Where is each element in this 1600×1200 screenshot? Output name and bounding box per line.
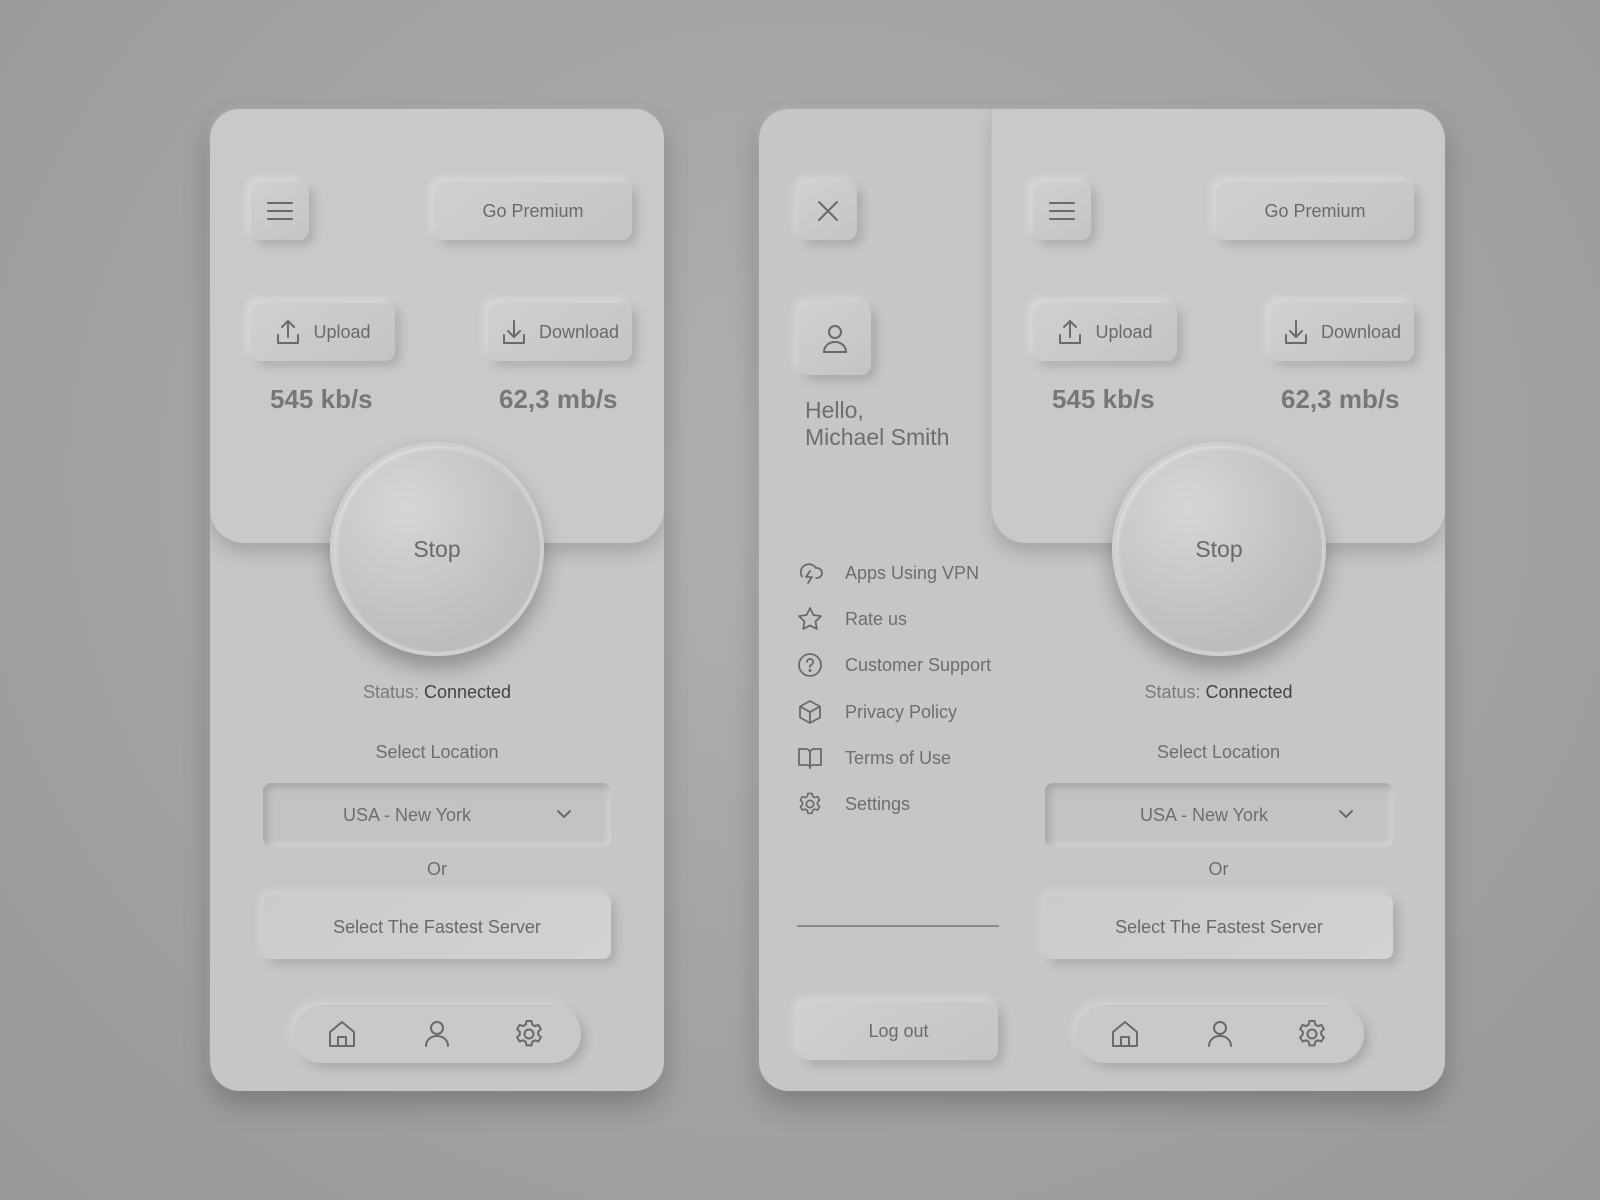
connection-status: Status: Connected [992,682,1445,703]
box-icon [799,700,821,724]
connection-status: Status: Connected [210,682,664,703]
menu-item-label: Terms of Use [845,747,952,768]
status-value: Connected [1205,682,1293,702]
gear-icon[interactable] [513,1018,545,1050]
upload-icon [1059,320,1082,344]
upload-label: Upload [1095,321,1153,342]
menu-item-settings[interactable]: Settings [797,789,910,819]
upload-label: Upload [313,321,371,342]
status-prefix: Status: [1144,682,1201,702]
fastest-server-label: Select The Fastest Server [1115,916,1323,937]
download-icon [1284,320,1307,344]
chevron-down-icon [1339,810,1353,818]
menu-item-terms-of-use[interactable]: Terms of Use [797,743,951,773]
phone-main-screen: Go Premium Upload Download 545 kb/s 62,3… [210,109,664,1091]
close-drawer-button[interactable] [799,182,857,240]
download-button[interactable]: Download [1270,303,1414,361]
home-icon[interactable] [326,1018,358,1050]
hamburger-icon [1049,202,1075,220]
bottom-nav [293,1005,581,1063]
go-premium-label: Go Premium [1264,200,1366,221]
or-label: Or [1208,859,1229,879]
drawer-divider [990,109,992,543]
download-speed: 62,3 mb/s [499,384,618,414]
menu-item-apps-using-vpn[interactable]: Apps Using VPN [797,558,979,588]
upload-icon [277,320,300,344]
fastest-server-label: Select The Fastest Server [333,916,541,937]
user-name: Michael Smith [805,424,950,450]
user-icon [822,325,848,353]
menu-item-rate-us[interactable]: Rate us [797,604,907,634]
gear-icon[interactable] [1296,1018,1328,1050]
upload-button[interactable]: Upload [251,303,395,361]
location-select[interactable]: USA - New York [1045,783,1393,847]
menu-item-customer-support[interactable]: Customer Support [797,650,991,680]
fastest-server-button[interactable]: Select The Fastest Server [1045,895,1393,959]
menu-item-privacy-policy[interactable]: Privacy Policy [797,697,957,727]
stop-button[interactable]: Stop [1112,442,1326,656]
menu-item-label: Apps Using VPN [845,562,980,583]
star-icon [798,607,822,630]
menu-item-label: Rate us [845,608,908,629]
gear-icon [799,792,821,815]
download-button[interactable]: Download [488,303,632,361]
chevron-down-icon [557,810,571,818]
download-speed: 62,3 mb/s [1281,384,1400,414]
help-circle-icon [798,653,822,677]
phone-drawer-screen: Hello, Michael Smith Apps Using VPN Rate… [759,109,1445,1091]
upload-speed: 545 kb/s [1052,384,1155,414]
upload-button[interactable]: Upload [1033,303,1177,361]
bottom-nav [1076,1005,1364,1063]
menu-button[interactable] [251,182,309,240]
menu-item-label: Settings [845,793,911,814]
go-premium-button[interactable]: Go Premium [434,182,632,240]
cloud-lightning-icon [799,563,823,584]
fastest-server-button[interactable]: Select The Fastest Server [263,895,611,959]
user-icon[interactable] [1204,1018,1236,1050]
go-premium-label: Go Premium [482,200,584,221]
menu-item-label: Customer Support [845,654,992,675]
book-icon [798,748,822,769]
stop-label: Stop [413,535,461,562]
select-location-label: Select Location [1156,742,1281,762]
download-label: Download [538,321,620,342]
greeting-line1: Hello, [805,397,864,423]
home-icon[interactable] [1109,1018,1141,1050]
hamburger-icon [267,202,293,220]
download-label: Download [1320,321,1402,342]
logout-label: Log out [868,1020,929,1041]
location-value: USA - New York [1139,804,1269,825]
close-icon [818,201,838,221]
select-location-label: Select Location [375,742,499,762]
user-icon[interactable] [421,1018,453,1050]
location-select[interactable]: USA - New York [263,783,611,847]
stop-label: Stop [1195,535,1243,562]
download-icon [502,320,525,344]
logout-button[interactable]: Log out [799,1002,998,1060]
menu-divider [797,925,999,927]
status-value: Connected [423,682,512,702]
go-premium-button[interactable]: Go Premium [1216,182,1414,240]
avatar[interactable] [799,303,871,375]
menu-button[interactable] [1033,182,1091,240]
stop-button[interactable]: Stop [330,442,544,656]
location-value: USA - New York [342,804,472,825]
menu-item-label: Privacy Policy [845,701,958,722]
upload-speed: 545 kb/s [270,384,373,414]
status-prefix: Status: [362,682,419,702]
or-label: Or [427,859,447,879]
greeting: Hello, Michael Smith [805,397,949,451]
